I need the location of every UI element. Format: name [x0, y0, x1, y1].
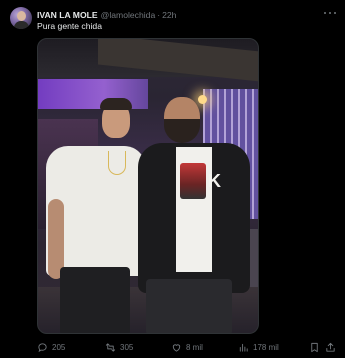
person-left-chain [108, 151, 126, 175]
reply-count: 205 [52, 342, 66, 352]
reply-icon [38, 342, 47, 352]
heart-icon [172, 343, 181, 352]
avatar-body [14, 21, 29, 29]
bookmark-icon [311, 342, 318, 352]
jacket-letter: K [208, 171, 221, 191]
more-dot [329, 12, 331, 14]
author-handle[interactable]: @lamolechida [101, 10, 156, 20]
like-button[interactable]: 8 mil [171, 341, 203, 353]
like-count: 8 mil [186, 342, 203, 352]
views-button[interactable]: 178 mil [238, 341, 279, 353]
share-button[interactable] [325, 341, 340, 353]
views-count: 178 mil [253, 342, 279, 352]
person-left-pants [60, 267, 130, 333]
share-icon [326, 342, 335, 352]
avatar-face [17, 11, 26, 21]
retweet-count: 305 [120, 342, 134, 352]
more-dot [334, 12, 336, 14]
retweet-button[interactable]: 305 [105, 341, 133, 353]
tweet-header: IVAN LA MOLE @lamolechida · 22h [37, 8, 176, 21]
person-right-shirt-print [180, 163, 206, 199]
more-dot [324, 12, 326, 14]
author-name[interactable]: IVAN LA MOLE [37, 10, 98, 20]
photo-lamp [198, 95, 207, 104]
person-left-hair [100, 98, 132, 110]
person-right-pants [146, 279, 232, 333]
more-horizontal-icon[interactable] [324, 8, 336, 18]
bookmark-button[interactable] [309, 341, 324, 353]
bar-chart-icon [239, 343, 248, 352]
tweet-actions: 205 305 8 mil 178 mil [37, 341, 335, 353]
tweet-text: Pura gente chida [37, 21, 102, 31]
reply-button[interactable]: 205 [37, 341, 65, 353]
separator-dot: · [157, 9, 161, 20]
person-right-beard [164, 119, 200, 143]
avatar[interactable] [10, 7, 32, 29]
retweet-icon [105, 342, 116, 352]
tweet-time[interactable]: 22h [162, 10, 176, 20]
tweet[interactable]: IVAN LA MOLE @lamolechida · 22h Pura gen… [0, 0, 345, 358]
tweet-photo[interactable]: K [37, 38, 259, 334]
